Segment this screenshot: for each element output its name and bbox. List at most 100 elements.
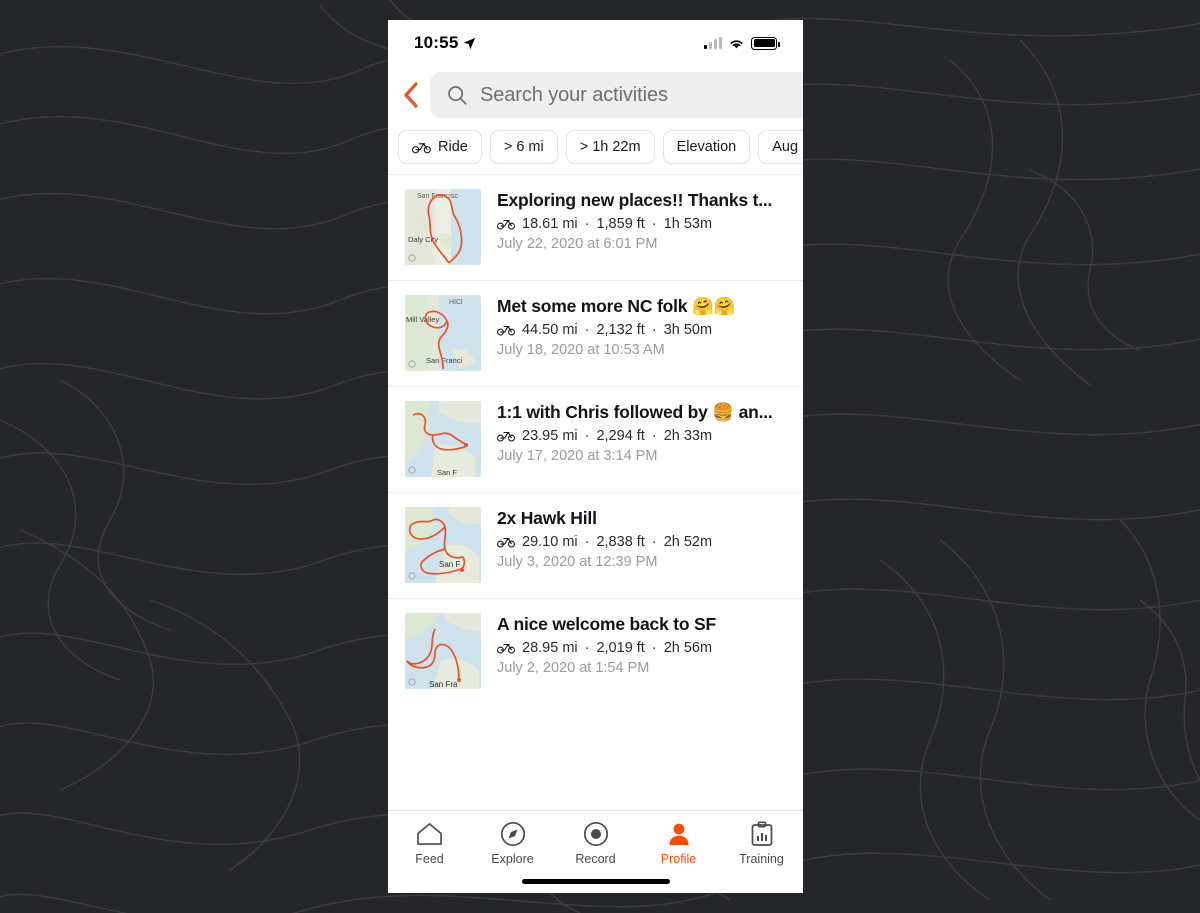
svg-text:San F: San F xyxy=(437,468,457,477)
activity-duration: 2h 52m xyxy=(663,534,713,550)
activity-details: Exploring new places!! Thanks t... 18.61… xyxy=(497,189,785,252)
activity-date: July 3, 2020 at 12:39 PM xyxy=(497,554,658,570)
home-icon xyxy=(416,820,443,847)
activity-elevation: 2,019 ft xyxy=(596,640,645,656)
activity-date: July 2, 2020 at 1:54 PM xyxy=(497,660,650,676)
activity-list-item[interactable]: San Francisc Daly City Exploring new pla… xyxy=(388,174,803,280)
stat-separator: · xyxy=(651,534,657,550)
search-icon xyxy=(448,86,467,105)
activity-distance: 44.50 mi xyxy=(522,322,578,338)
activity-elevation: 2,294 ft xyxy=(596,428,645,444)
bike-icon xyxy=(497,432,515,442)
activity-stats: 18.61 mi · 1,859 ft · 1h 53m xyxy=(497,216,785,232)
route-map-thumbnail: San F xyxy=(405,401,481,477)
search-placeholder: Search your activities xyxy=(480,83,668,106)
tab-label: Explore xyxy=(491,852,534,866)
clipboard-chart-icon xyxy=(750,820,774,847)
wifi-icon xyxy=(730,39,743,48)
stat-separator: · xyxy=(651,322,657,338)
compass-icon xyxy=(500,820,526,847)
activity-distance: 23.95 mi xyxy=(522,428,578,444)
activity-details: 1:1 with Chris followed by 🍔 an... 23.95… xyxy=(497,401,785,464)
activity-stats: 29.10 mi · 2,838 ft · 2h 52m xyxy=(497,534,785,550)
activity-list-item[interactable]: San Fra A nice welcome back to SF 28.95 … xyxy=(388,598,803,704)
activity-elevation: 1,859 ft xyxy=(596,216,645,232)
battery-full-icon xyxy=(751,36,780,50)
activity-distance: 18.61 mi xyxy=(522,216,578,232)
stat-separator: · xyxy=(584,640,590,656)
bike-icon xyxy=(497,538,515,548)
activity-list-item[interactable]: San F 1:1 with Chris followed by 🍔 an...… xyxy=(388,386,803,492)
activity-list-item[interactable]: San F 2x Hawk Hill 29.10 mi · 2,838 ft ·… xyxy=(388,492,803,598)
search-header: Search your activities xyxy=(388,66,803,124)
filter-chip-distance[interactable]: > 6 mi xyxy=(489,130,558,164)
filter-chip-label: > 6 mi xyxy=(503,139,544,155)
tab-training[interactable]: Training xyxy=(720,820,803,866)
back-chevron-icon[interactable] xyxy=(396,80,426,110)
route-map-thumbnail: San Fra xyxy=(405,613,481,689)
bike-icon xyxy=(497,644,515,654)
svg-text:Mill Valley: Mill Valley xyxy=(406,315,439,324)
activity-distance: 29.10 mi xyxy=(522,534,578,550)
tab-explore[interactable]: Explore xyxy=(471,820,554,866)
status-bar: 10:55 xyxy=(388,20,803,66)
svg-text:San F: San F xyxy=(439,560,460,569)
activity-list-item[interactable]: HICl Mill Valley San Franci Met some mor… xyxy=(388,280,803,386)
activity-date: July 17, 2020 at 3:14 PM xyxy=(497,448,658,464)
activity-elevation: 2,838 ft xyxy=(596,534,645,550)
activity-stats: 23.95 mi · 2,294 ft · 2h 33m xyxy=(497,428,785,444)
route-map-thumbnail: San F xyxy=(405,507,481,583)
activity-list: San Francisc Daly City Exploring new pla… xyxy=(388,174,803,704)
status-time: 10:55 xyxy=(414,33,459,52)
activity-duration: 1h 53m xyxy=(663,216,713,232)
filter-chip-ride[interactable]: Ride xyxy=(398,130,482,164)
stat-separator: · xyxy=(584,216,590,232)
filter-chip-label: > 1h 22m xyxy=(579,139,641,155)
stat-separator: · xyxy=(651,640,657,656)
filter-chip-row: Ride > 6 mi > 1h 22m Elevation Aug 11, 2… xyxy=(388,124,803,174)
activity-duration: 2h 33m xyxy=(663,428,713,444)
activity-details: A nice welcome back to SF 28.95 mi · 2,0… xyxy=(497,613,785,676)
stat-separator: · xyxy=(584,322,590,338)
route-map-thumbnail: San Francisc Daly City xyxy=(405,189,481,265)
search-input[interactable]: Search your activities xyxy=(430,72,803,118)
tab-label: Feed xyxy=(415,852,444,866)
status-time-group: 10:55 xyxy=(414,33,476,53)
activity-details: 2x Hawk Hill 29.10 mi · 2,838 ft · 2h 52… xyxy=(497,507,785,570)
svg-text:San Francisc: San Francisc xyxy=(417,193,458,200)
activity-duration: 3h 50m xyxy=(663,322,713,338)
filter-chip-label: Aug 11, 2019 xyxy=(772,139,803,155)
tab-profile[interactable]: Profile xyxy=(637,820,720,866)
activity-title: 1:1 with Chris followed by 🍔 an... xyxy=(497,402,773,422)
tab-feed[interactable]: Feed xyxy=(388,820,471,866)
stat-separator: · xyxy=(651,428,657,444)
svg-text:San Fra: San Fra xyxy=(429,680,458,689)
tab-record[interactable]: Record xyxy=(554,820,637,866)
tab-label: Profile xyxy=(660,852,697,866)
person-icon xyxy=(666,820,692,847)
filter-chip-time[interactable]: > 1h 22m xyxy=(565,130,655,164)
activity-title: Exploring new places!! Thanks t... xyxy=(497,190,773,210)
activity-stats: 28.95 mi · 2,019 ft · 2h 56m xyxy=(497,640,785,656)
bike-icon xyxy=(497,220,515,230)
stat-separator: · xyxy=(584,534,590,550)
route-map-thumbnail: HICl Mill Valley San Franci xyxy=(405,295,481,371)
tab-label: Record xyxy=(575,852,616,866)
status-indicators xyxy=(704,36,780,50)
activity-distance: 28.95 mi xyxy=(522,640,578,656)
activity-duration: 2h 56m xyxy=(663,640,713,656)
activity-details: Met some more NC folk 🤗🤗 44.50 mi · 2,13… xyxy=(497,295,785,358)
cellular-signal-icon xyxy=(704,37,722,49)
activity-elevation: 2,132 ft xyxy=(596,322,645,338)
activity-title: Met some more NC folk 🤗🤗 xyxy=(497,296,736,316)
bike-icon xyxy=(412,142,431,153)
bike-icon xyxy=(497,326,515,336)
location-arrow-icon xyxy=(464,37,476,49)
filter-chip-elevation[interactable]: Elevation xyxy=(662,130,751,164)
bottom-tab-bar: Feed Explore Record Profile Training xyxy=(388,810,803,893)
tab-label: Training xyxy=(739,852,784,866)
svg-text:San Franci: San Franci xyxy=(426,356,463,365)
filter-chip-label: Elevation xyxy=(676,139,737,155)
filter-chip-date[interactable]: Aug 11, 2019 xyxy=(758,130,803,164)
record-icon xyxy=(583,820,609,847)
